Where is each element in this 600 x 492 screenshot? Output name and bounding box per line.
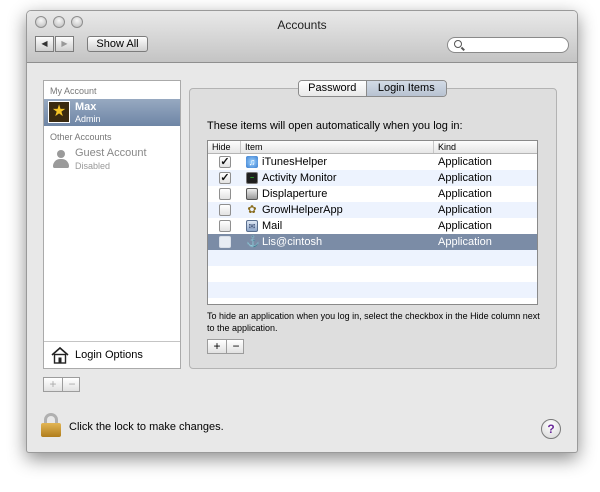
- tab-login-items[interactable]: Login Items: [366, 81, 446, 96]
- table-row[interactable]: ✉ Mail Application: [208, 218, 537, 234]
- help-button[interactable]: ?: [541, 419, 561, 439]
- show-all-button[interactable]: Show All: [87, 36, 148, 52]
- tab-control: Password Login Items: [298, 80, 447, 97]
- search-field[interactable]: [447, 37, 569, 53]
- item-name: Lis@cintosh: [262, 236, 323, 248]
- itunes-helper-icon: ♫: [246, 156, 258, 168]
- user-role: Admin: [75, 114, 101, 124]
- item-name: iTunesHelper: [262, 156, 328, 168]
- remove-login-item-button[interactable]: −: [226, 340, 245, 353]
- login-items-panel: These items will open automatically when…: [189, 88, 557, 369]
- other-accounts-header: Other Accounts: [50, 132, 112, 142]
- toolbar: Accounts ◀ ▶ Show All: [27, 11, 577, 63]
- login-options-label: Login Options: [75, 349, 143, 361]
- hide-checkbox[interactable]: ✓: [219, 172, 231, 184]
- item-kind: Application: [438, 156, 492, 168]
- hide-checkbox[interactable]: [219, 188, 231, 200]
- login-items-table[interactable]: Hide Item Kind ✓ ♫ iTunesHelper Applicat…: [207, 140, 538, 305]
- window-title: Accounts: [277, 18, 327, 32]
- table-row[interactable]: Displaperture Application: [208, 186, 537, 202]
- item-kind: Application: [438, 188, 492, 200]
- sidebar-item-max[interactable]: ★ Max Admin: [44, 99, 180, 126]
- hide-hint-text: To hide an application when you log in, …: [207, 311, 540, 333]
- house-icon: [51, 346, 69, 364]
- column-header-kind[interactable]: Kind: [434, 141, 537, 153]
- item-kind: Application: [438, 220, 492, 232]
- hide-checkbox[interactable]: [219, 236, 231, 248]
- item-kind: Application: [438, 236, 492, 248]
- guest-account-status: Disabled: [75, 161, 111, 171]
- table-row-empty: [208, 250, 537, 266]
- search-input[interactable]: [468, 38, 564, 52]
- hide-checkbox[interactable]: [219, 220, 231, 232]
- sidebar-item-login-options[interactable]: Login Options: [44, 341, 180, 369]
- column-header-hide[interactable]: Hide: [208, 141, 241, 153]
- item-name: GrowlHelperApp: [262, 204, 343, 216]
- remove-account-button[interactable]: −: [62, 378, 81, 391]
- lock-icon[interactable]: [41, 413, 61, 437]
- login-item-add-remove: + −: [207, 339, 244, 354]
- item-name: Displaperture: [262, 188, 328, 200]
- anchor-icon: ⚓: [246, 236, 260, 248]
- table-row[interactable]: ✓ ~ Activity Monitor Application: [208, 170, 537, 186]
- accounts-window: Accounts ◀ ▶ Show All My Account ★ Max A…: [26, 10, 578, 453]
- user-silhouette-icon: [51, 149, 71, 169]
- table-row[interactable]: ✿ GrowlHelperApp Application: [208, 202, 537, 218]
- my-account-header: My Account: [50, 86, 97, 96]
- table-row[interactable]: ⚓ Lis@cintosh Application: [208, 234, 537, 250]
- item-name: Activity Monitor: [262, 172, 337, 184]
- mail-icon: ✉: [246, 220, 258, 232]
- search-icon: [454, 40, 462, 48]
- account-add-remove: + −: [43, 377, 80, 392]
- item-name: Mail: [262, 220, 283, 232]
- forward-button[interactable]: ▶: [55, 36, 74, 52]
- guest-account-name: Guest Account: [75, 147, 147, 159]
- back-arrow-icon: ◀: [41, 39, 48, 48]
- add-login-item-button[interactable]: +: [208, 340, 226, 353]
- accounts-sidebar: My Account ★ Max Admin Other Accounts Gu…: [43, 80, 181, 369]
- back-button[interactable]: ◀: [35, 36, 54, 52]
- item-kind: Application: [438, 172, 492, 184]
- display-icon: [246, 188, 258, 200]
- hide-checkbox[interactable]: ✓: [219, 156, 231, 168]
- login-items-description: These items will open automatically when…: [207, 120, 463, 132]
- table-row-empty: [208, 282, 537, 298]
- column-header-item[interactable]: Item: [241, 141, 434, 153]
- growl-icon: ✿: [247, 204, 257, 216]
- hide-checkbox[interactable]: [219, 204, 231, 216]
- tab-password[interactable]: Password: [299, 81, 367, 96]
- activity-monitor-icon: ~: [246, 172, 258, 184]
- user-name: Max: [75, 101, 97, 113]
- star-icon: ★: [48, 101, 70, 123]
- forward-arrow-icon: ▶: [61, 39, 68, 48]
- table-header: Hide Item Kind: [208, 141, 537, 154]
- add-account-button[interactable]: +: [44, 378, 62, 391]
- item-kind: Application: [438, 204, 492, 216]
- table-row[interactable]: ✓ ♫ iTunesHelper Application: [208, 154, 537, 170]
- lock-message: Click the lock to make changes.: [69, 421, 224, 433]
